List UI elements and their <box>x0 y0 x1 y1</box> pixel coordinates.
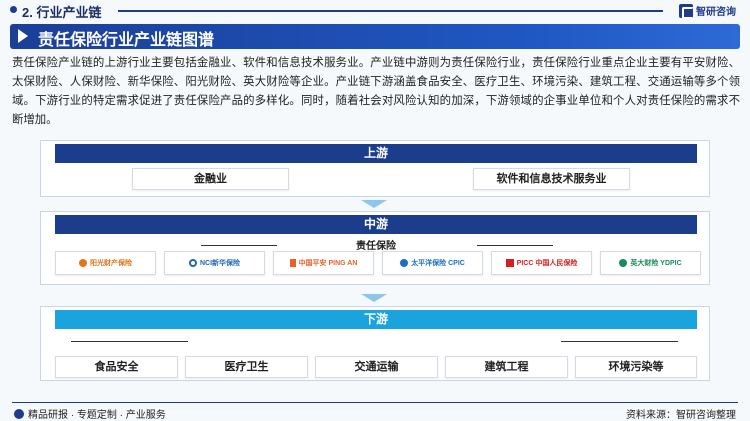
brand-dot-icon <box>14 408 24 419</box>
downstream-item: 食品安全 <box>55 356 178 378</box>
midstream-header: 中游 <box>55 215 697 234</box>
ydpic-logo-icon <box>619 259 628 267</box>
company-logo-nci: NCI新华保险 <box>164 251 265 275</box>
footer-divider <box>12 402 738 403</box>
upstream-item: 软件和信息技术服务业 <box>473 168 630 190</box>
upstream-item: 金融业 <box>132 168 289 190</box>
company-logo-pingan: 中国平安 PING AN <box>273 251 374 275</box>
downstream-item: 建筑工程 <box>445 356 568 378</box>
section-bullet-icon <box>10 6 17 13</box>
company-logo-cpic: 太平洋保险 CPIC <box>382 251 483 275</box>
midstream-panel: 中游 责任保险 阳光财产保险 NCI新华保险 中国平安 PING AN 太平洋保… <box>40 211 710 285</box>
section-header: 2. 行业产业链 智研咨询 <box>0 0 750 22</box>
page-title: 责任保险行业产业链图谱 <box>38 32 215 49</box>
downstream-header: 下游 <box>55 310 697 329</box>
header-divider <box>118 10 663 12</box>
description-text: 责任保险产业链的上游行业主要包括金融业、软件和信息技术服务业。产业链中游则为责任… <box>12 57 740 126</box>
pingan-logo-icon <box>289 259 296 267</box>
downstream-item: 医疗卫生 <box>185 356 308 378</box>
downstream-panel: 下游 食品安全 医疗卫生 交通运输 建筑工程 环境污染等 <box>40 306 710 381</box>
brand-logo-icon <box>679 3 694 19</box>
footer-tagline: 精品研报 · 专题定制 · 产业服务 <box>14 406 166 421</box>
cpic-logo-icon <box>400 259 409 267</box>
divider-line <box>71 341 188 342</box>
nci-logo-icon <box>188 259 197 267</box>
play-triangle-icon <box>18 29 28 43</box>
downstream-item: 环境污染等 <box>575 356 697 378</box>
title-banner: 责任保险行业产业链图谱 <box>10 24 740 49</box>
section-title: 2. 行业产业链 <box>22 5 102 20</box>
flow-arrow-icon <box>361 200 387 208</box>
company-logo-picc: PICC 中国人民保险 <box>491 251 592 275</box>
brand-logo-text: 智研咨询 <box>696 7 736 18</box>
picc-logo-icon <box>505 259 514 267</box>
company-logo-ydpic: 英大财险 YDPIC <box>600 251 701 275</box>
midstream-subtitle: 责任保险 <box>356 241 396 252</box>
upstream-panel: 上游 金融业 软件和信息技术服务业 <box>40 140 710 197</box>
page-footer: 精品研报 · 专题定制 · 产业服务 资料来源：智研咨询整理 <box>0 398 750 421</box>
sunshine-logo-icon <box>79 259 87 267</box>
flow-arrow-icon <box>361 294 387 302</box>
divider-line <box>561 341 678 342</box>
footer-tagline-text: 精品研报 · 专题定制 · 产业服务 <box>28 410 166 421</box>
downstream-item: 交通运输 <box>315 356 438 378</box>
brand-logo: 智研咨询 <box>679 3 736 19</box>
company-logo-sunshine: 阳光财产保险 <box>55 251 156 275</box>
source-note: 资料来源：智研咨询整理 <box>626 410 736 421</box>
upstream-header: 上游 <box>55 144 697 163</box>
